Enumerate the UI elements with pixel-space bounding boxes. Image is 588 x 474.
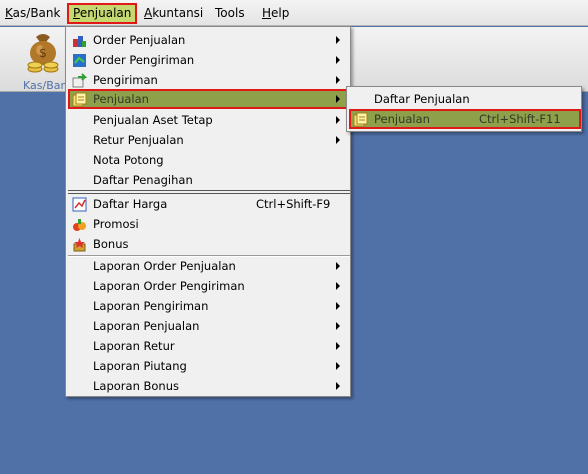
- menu-item-nota-potong[interactable]: Nota Potong: [68, 150, 348, 170]
- promo-icon: [73, 219, 86, 231]
- menu-item-order-pengiriman[interactable]: Order Pengiriman: [68, 50, 348, 70]
- menu-item-label: Nota Potong: [93, 153, 164, 167]
- menu-item-label: Laporan Pengiriman: [93, 299, 209, 313]
- menu-kas-bank-mnemonic: K: [5, 6, 13, 20]
- submenu-arrow-icon: [336, 362, 340, 370]
- menu-help-mnemonic: H: [262, 6, 272, 20]
- menu-item-penjualan-aset-tetap[interactable]: Penjualan Aset Tetap: [68, 110, 348, 130]
- menu-item-laporan-pengiriman[interactable]: Laporan Pengiriman: [68, 296, 348, 316]
- menu-akuntansi[interactable]: Akuntansi: [140, 3, 207, 24]
- menu-item-laporan-order-pengiriman[interactable]: Laporan Order Pengiriman: [68, 276, 348, 296]
- menu-item-label: Order Pengiriman: [93, 53, 195, 67]
- bonus-icon: [73, 238, 86, 252]
- menu-item-shortcut: Ctrl+Shift-F11: [479, 112, 561, 126]
- menu-penjualan-mnemonic: P: [73, 6, 80, 20]
- submenu-arrow-icon: [336, 76, 340, 84]
- menu-help-label: elp: [271, 6, 290, 20]
- menu-help[interactable]: Help: [258, 3, 293, 24]
- menu-kas-bank[interactable]: Kas/Bank: [1, 3, 64, 24]
- menu-item-laporan-penjualan[interactable]: Laporan Penjualan: [68, 316, 348, 336]
- menu-item-label: Laporan Retur: [93, 339, 175, 353]
- sales-invoice-icon: [353, 112, 368, 127]
- submenu-item-daftar-penjualan[interactable]: Daftar Penjualan: [349, 89, 581, 109]
- menu-item-label: Penjualan: [374, 112, 430, 126]
- menu-akuntansi-label: kuntansi: [152, 6, 204, 20]
- money-bag-icon: $: [27, 34, 59, 73]
- menu-tools[interactable]: Tools: [211, 3, 249, 24]
- menu-kas-bank-label: as/Bank: [12, 6, 61, 20]
- submenu-arrow-icon: [336, 342, 340, 350]
- menu-item-label: Retur Penjualan: [93, 133, 184, 147]
- price-list-icon: [72, 197, 87, 212]
- menu-item-label: Bonus: [93, 237, 129, 251]
- menu-item-laporan-bonus[interactable]: Laporan Bonus: [68, 376, 348, 396]
- kas-bank-tool-button[interactable]: $ Kas/Bank: [10, 27, 74, 92]
- submenu-arrow-icon: [336, 322, 340, 330]
- submenu-item-penjualan[interactable]: Penjualan Ctrl+Shift-F11: [349, 109, 581, 129]
- menu-item-label: Laporan Order Penjualan: [93, 259, 236, 273]
- menu-item-label: Laporan Order Pengiriman: [93, 279, 245, 293]
- submenu-arrow-icon: [336, 116, 340, 124]
- menu-item-label: Penjualan: [93, 92, 149, 106]
- menu-item-label: Laporan Bonus: [93, 379, 180, 393]
- menu-item-label: Daftar Penjualan: [374, 92, 470, 106]
- submenu-arrow-icon: [336, 262, 340, 270]
- submenu-arrow-icon: [336, 302, 340, 310]
- menu-penjualan-label: enjualan: [79, 6, 132, 20]
- delivery-order-icon: [73, 54, 86, 67]
- menu-item-laporan-retur[interactable]: Laporan Retur: [68, 336, 348, 356]
- menu-item-label: Daftar Harga: [93, 197, 168, 211]
- menu-item-pengiriman[interactable]: Pengiriman: [68, 70, 348, 90]
- menu-item-penjualan[interactable]: Penjualan: [68, 89, 348, 109]
- submenu-arrow-icon: [336, 95, 340, 103]
- submenu-arrow-icon: [336, 382, 340, 390]
- menu-item-order-penjualan[interactable]: Order Penjualan: [68, 30, 348, 50]
- menu-item-daftar-harga[interactable]: Daftar Harga Ctrl+Shift-F9: [68, 194, 348, 214]
- menu-item-promosi[interactable]: Promosi: [68, 214, 348, 234]
- order-icon: [73, 36, 86, 47]
- menu-item-retur-penjualan[interactable]: Retur Penjualan: [68, 130, 348, 150]
- menu-bar: Kas/Bank Penjualan Akuntansi Tools Help: [0, 0, 588, 26]
- submenu-arrow-icon: [336, 36, 340, 44]
- menu-item-bonus[interactable]: Bonus: [68, 234, 348, 254]
- menu-penjualan[interactable]: Penjualan: [67, 3, 138, 24]
- submenu-arrow-icon: [336, 136, 340, 144]
- submenu-arrow-icon: [336, 56, 340, 64]
- menu-item-label: Laporan Piutang: [93, 359, 187, 373]
- penjualan-dropdown-menu: Order Penjualan Order Pengiriman Pengiri…: [65, 26, 351, 397]
- menu-item-label: Laporan Penjualan: [93, 319, 200, 333]
- menu-item-label: Daftar Penagihan: [93, 173, 193, 187]
- menu-item-label: Pengiriman: [93, 73, 158, 87]
- menu-item-laporan-piutang[interactable]: Laporan Piutang: [68, 356, 348, 376]
- menu-item-label: Penjualan Aset Tetap: [93, 113, 213, 127]
- menu-item-shortcut: Ctrl+Shift-F9: [256, 197, 331, 211]
- menu-item-daftar-penagihan[interactable]: Daftar Penagihan: [68, 170, 348, 190]
- menu-tools-label: ools: [220, 6, 245, 20]
- menu-item-label: Order Penjualan: [93, 33, 186, 47]
- submenu-arrow-icon: [336, 282, 340, 290]
- sales-invoice-icon: [72, 92, 87, 107]
- menu-akuntansi-mnemonic: A: [144, 6, 153, 20]
- svg-text:$: $: [39, 46, 47, 60]
- penjualan-submenu: Daftar Penjualan Penjualan Ctrl+Shift-F1…: [346, 86, 582, 132]
- shipping-icon: [72, 73, 87, 88]
- menu-item-laporan-order-penjualan[interactable]: Laporan Order Penjualan: [68, 256, 348, 276]
- menu-item-label: Promosi: [93, 217, 139, 231]
